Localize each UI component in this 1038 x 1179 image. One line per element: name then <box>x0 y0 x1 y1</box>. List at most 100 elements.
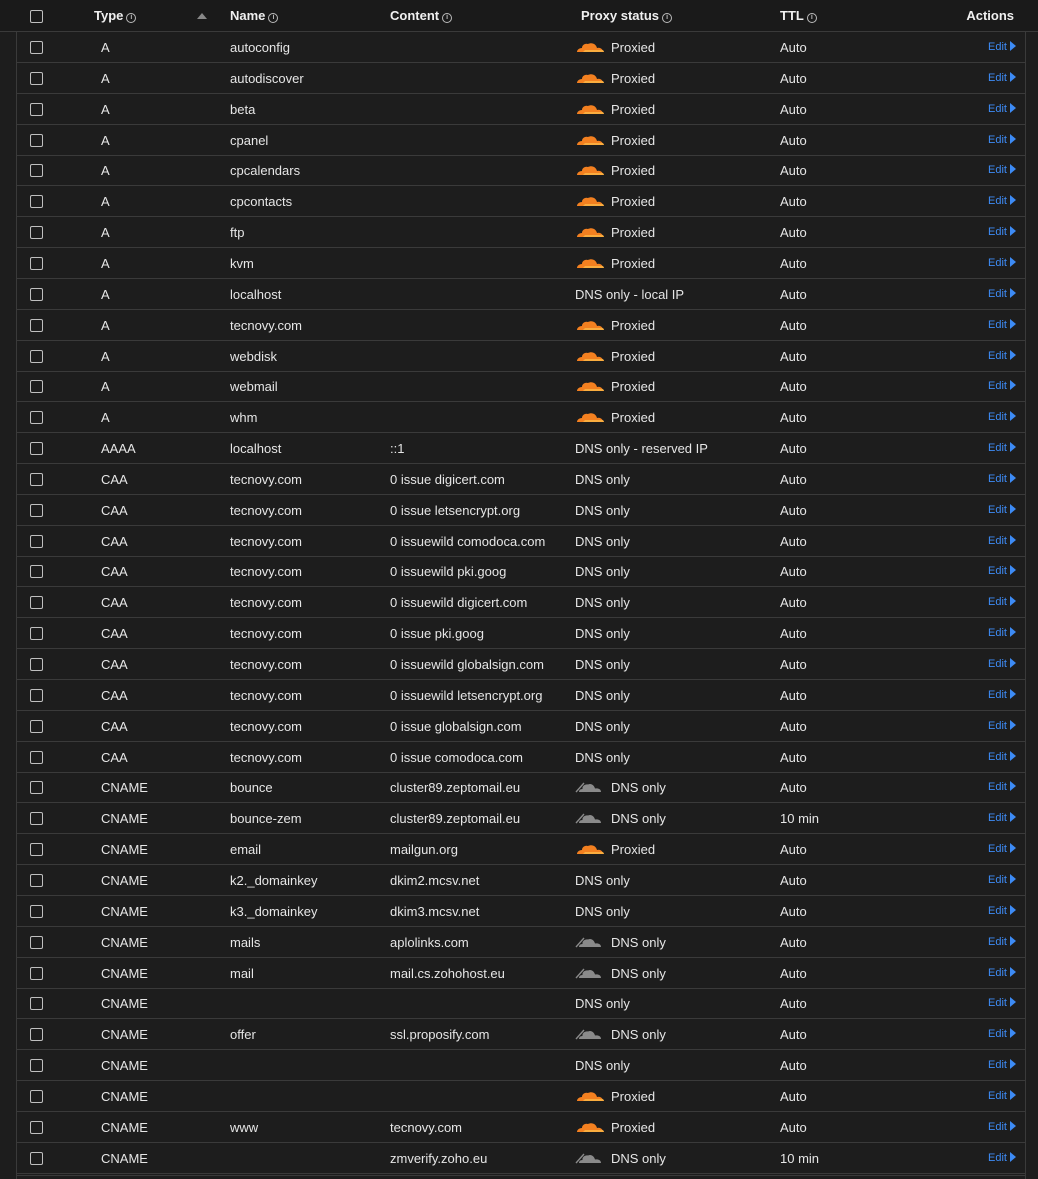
table-row[interactable]: CNAME www tecnovy.com Proxied Auto Edit <box>16 1112 1026 1143</box>
row-checkbox[interactable] <box>30 41 43 54</box>
row-checkbox[interactable] <box>30 287 43 301</box>
table-row[interactable]: Acpcontacts Proxied Auto Edit <box>16 186 1026 218</box>
table-row[interactable]: CAA tecnovy.com 0 issuewild pki.goog DNS on… <box>16 556 1026 588</box>
edit-button[interactable]: Edit <box>988 526 1016 557</box>
table-row[interactable]: CAA tecnovy.com 0 issuewild digicert.com DN… <box>16 587 1026 619</box>
row-checkbox[interactable] <box>30 226 43 240</box>
table-row[interactable]: CAA tecnovy.com 0 issue comodoca.com DNS on… <box>16 742 1026 773</box>
info-icon[interactable]: i <box>126 13 137 23</box>
ttl-column-header[interactable]: TTL i <box>780 0 817 32</box>
table-row[interactable]: Abeta Proxied Auto Edit <box>16 94 1026 125</box>
edit-button[interactable]: Edit <box>988 63 1016 94</box>
row-checkbox[interactable] <box>30 658 43 671</box>
row-checkbox[interactable] <box>30 411 43 425</box>
table-row[interactable]: CNAME mails aplolinks.com DNS only Auto Edit <box>16 927 1026 958</box>
table-row[interactable]: Acpcalendars Proxied Auto Edit <box>16 155 1026 187</box>
edit-button[interactable]: Edit <box>988 402 1016 433</box>
info-icon[interactable]: i <box>806 13 817 23</box>
edit-button[interactable]: Edit <box>988 217 1016 248</box>
edit-button[interactable]: Edit <box>988 341 1016 372</box>
edit-button[interactable]: Edit <box>988 988 1016 1019</box>
edit-button[interactable]: Edit <box>988 94 1016 125</box>
edit-button[interactable]: Edit <box>988 1112 1016 1143</box>
row-checkbox[interactable] <box>30 1151 43 1165</box>
edit-button[interactable]: Edit <box>988 896 1016 927</box>
edit-button[interactable]: Edit <box>988 1019 1016 1050</box>
row-checkbox[interactable] <box>30 133 43 147</box>
edit-button[interactable]: Edit <box>988 1143 1016 1174</box>
row-checkbox[interactable] <box>30 472 43 486</box>
table-row[interactable]: CNAME offer ssl.proposify.com DNS only Auto E… <box>16 1019 1026 1051</box>
table-row[interactable]: CAA tecnovy.com 0 issue letsencrypt.org DNS… <box>16 495 1026 526</box>
table-row[interactable]: CNAME DNS only Auto Edit <box>16 988 1026 1020</box>
edit-button[interactable]: Edit <box>988 1081 1016 1112</box>
row-checkbox[interactable] <box>30 719 43 733</box>
table-row[interactable]: CAA tecnovy.com 0 issue globalsign.com DNS … <box>16 711 1026 742</box>
edit-button[interactable]: Edit <box>988 495 1016 526</box>
edit-button[interactable]: Edit <box>988 155 1016 186</box>
row-checkbox[interactable] <box>30 442 43 456</box>
table-row[interactable]: Akvm Proxied Auto Edit <box>16 248 1026 279</box>
edit-button[interactable]: Edit <box>988 1050 1016 1081</box>
edit-button[interactable]: Edit <box>988 742 1016 773</box>
edit-button[interactable]: Edit <box>988 649 1016 680</box>
edit-button[interactable]: Edit <box>988 556 1016 587</box>
row-checkbox[interactable] <box>30 812 43 826</box>
row-checkbox[interactable] <box>30 688 43 702</box>
row-checkbox[interactable] <box>30 1028 43 1042</box>
table-row[interactable]: Atecnovy.com Proxied Auto Edit <box>16 310 1026 341</box>
edit-button[interactable]: Edit <box>988 958 1016 989</box>
table-row[interactable]: CNAME zmverify.zoho.eu DNS only 10 min Edit <box>16 1143 1026 1174</box>
table-row[interactable]: CNAME k2._domainkey dkim2.mcsv.net DNS only… <box>16 865 1026 896</box>
info-icon[interactable]: i <box>442 13 453 23</box>
info-icon[interactable]: i <box>662 13 673 23</box>
row-checkbox[interactable] <box>30 164 43 178</box>
table-row[interactable]: Acpanel Proxied Auto Edit <box>16 125 1026 156</box>
edit-button[interactable]: Edit <box>988 680 1016 711</box>
sort-ascending-icon[interactable] <box>197 13 207 19</box>
edit-button[interactable]: Edit <box>988 248 1016 279</box>
edit-button[interactable]: Edit <box>988 834 1016 865</box>
row-checkbox[interactable] <box>30 997 43 1011</box>
info-icon[interactable]: i <box>268 13 279 23</box>
table-row[interactable]: CNAME bounce-zem cluster89.zeptomail.eu DNS… <box>16 803 1026 835</box>
table-row[interactable]: CNAME k3._domainkey dkim3.mcsv.net DNS only… <box>16 896 1026 927</box>
row-checkbox[interactable] <box>30 102 43 116</box>
table-row[interactable]: CNAME mail mail.cs.zohohost.eu DNS only Auto… <box>16 958 1026 989</box>
table-row[interactable]: CAA tecnovy.com 0 issue digicert.com DNS on… <box>16 464 1026 495</box>
table-row[interactable]: CAA tecnovy.com 0 issuewild letsencrypt.or… <box>16 680 1026 711</box>
row-checkbox[interactable] <box>30 935 43 949</box>
edit-button[interactable]: Edit <box>988 927 1016 958</box>
row-checkbox[interactable] <box>30 503 43 517</box>
edit-button[interactable]: Edit <box>988 464 1016 495</box>
table-row[interactable]: Awebmail Proxied Auto Edit <box>16 371 1026 403</box>
table-row[interactable]: Awebdisk Proxied Auto Edit <box>16 341 1026 372</box>
edit-button[interactable]: Edit <box>988 433 1016 464</box>
row-checkbox[interactable] <box>30 1059 43 1073</box>
name-column-header[interactable]: Name i <box>230 0 279 32</box>
row-checkbox[interactable] <box>30 71 43 85</box>
table-row[interactable]: Aftp Proxied Auto Edit <box>16 217 1026 249</box>
row-checkbox[interactable] <box>30 565 43 579</box>
row-checkbox[interactable] <box>30 1120 43 1134</box>
edit-button[interactable]: Edit <box>988 186 1016 217</box>
row-checkbox[interactable] <box>30 750 43 764</box>
row-checkbox[interactable] <box>30 781 43 795</box>
edit-button[interactable]: Edit <box>988 125 1016 156</box>
edit-button[interactable]: Edit <box>988 587 1016 618</box>
row-checkbox[interactable] <box>30 1089 43 1103</box>
table-row[interactable]: CNAME DNS only Auto Edit <box>16 1050 1026 1082</box>
table-row[interactable]: CAA tecnovy.com 0 issuewild comodoca.com DN… <box>16 526 1026 557</box>
row-checkbox[interactable] <box>30 966 43 980</box>
row-checkbox[interactable] <box>30 627 43 641</box>
table-row[interactable]: Alocalhost DNS only - local IP Auto Edit <box>16 279 1026 310</box>
row-checkbox[interactable] <box>30 256 43 270</box>
table-row[interactable]: AAAA localhost::1 DNS only - reserved IP Au… <box>16 433 1026 465</box>
content-column-header[interactable]: Content i <box>390 0 453 32</box>
edit-button[interactable]: Edit <box>988 865 1016 896</box>
row-checkbox[interactable] <box>30 534 43 548</box>
row-checkbox[interactable] <box>30 195 43 209</box>
table-row[interactable]: CAA tecnovy.com 0 issue pki.goog DNS only Au… <box>16 618 1026 650</box>
edit-button[interactable]: Edit <box>988 310 1016 341</box>
row-checkbox[interactable] <box>30 380 43 394</box>
